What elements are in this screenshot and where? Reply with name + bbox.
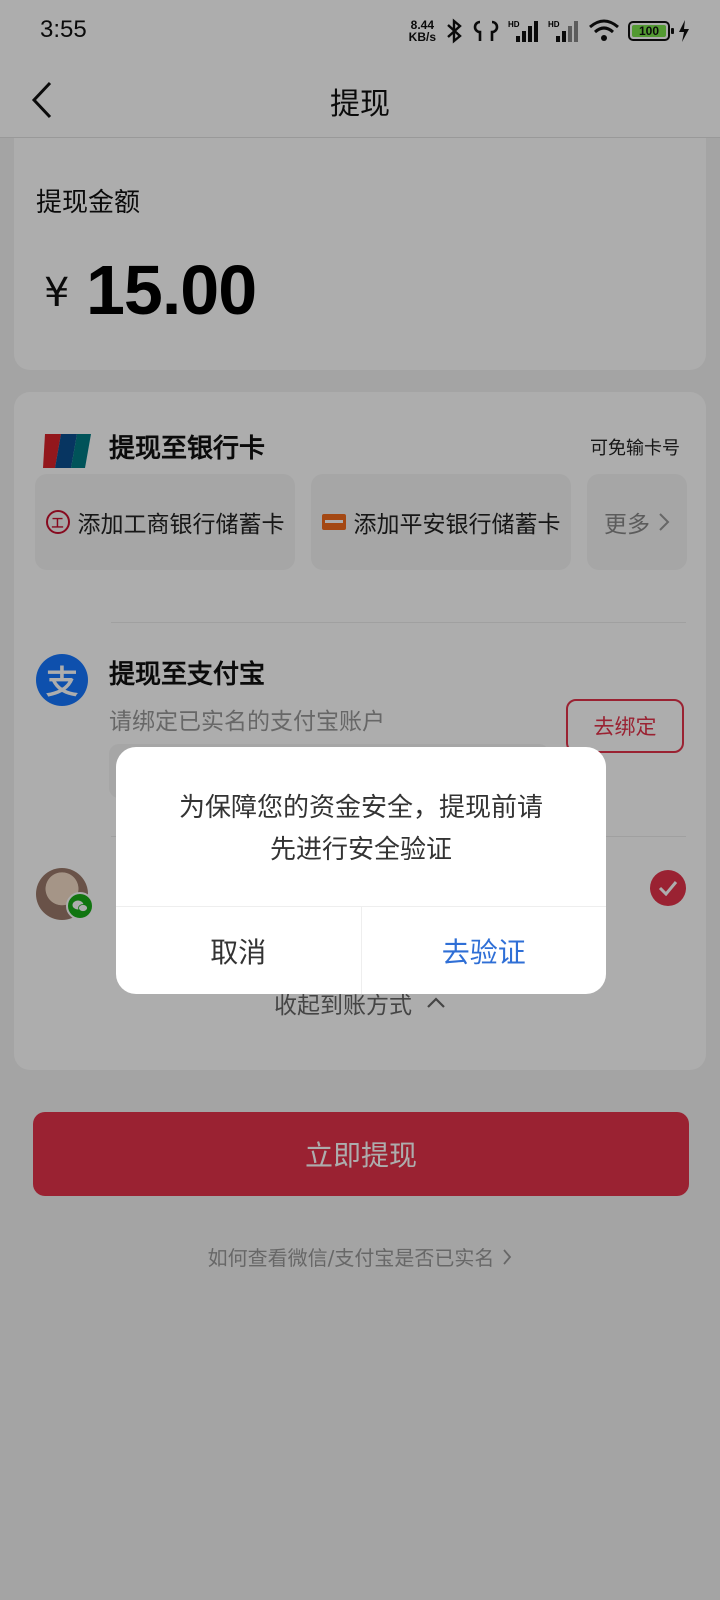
security-verify-dialog: 为保障您的资金安全，提现前请 先进行安全验证 取消 去验证 [116, 747, 606, 994]
verify-button[interactable]: 去验证 [362, 907, 607, 994]
cancel-button[interactable]: 取消 [116, 907, 362, 994]
dialog-message: 为保障您的资金安全，提现前请 先进行安全验证 [178, 793, 543, 865]
dialog-buttons: 取消 去验证 [116, 906, 606, 994]
